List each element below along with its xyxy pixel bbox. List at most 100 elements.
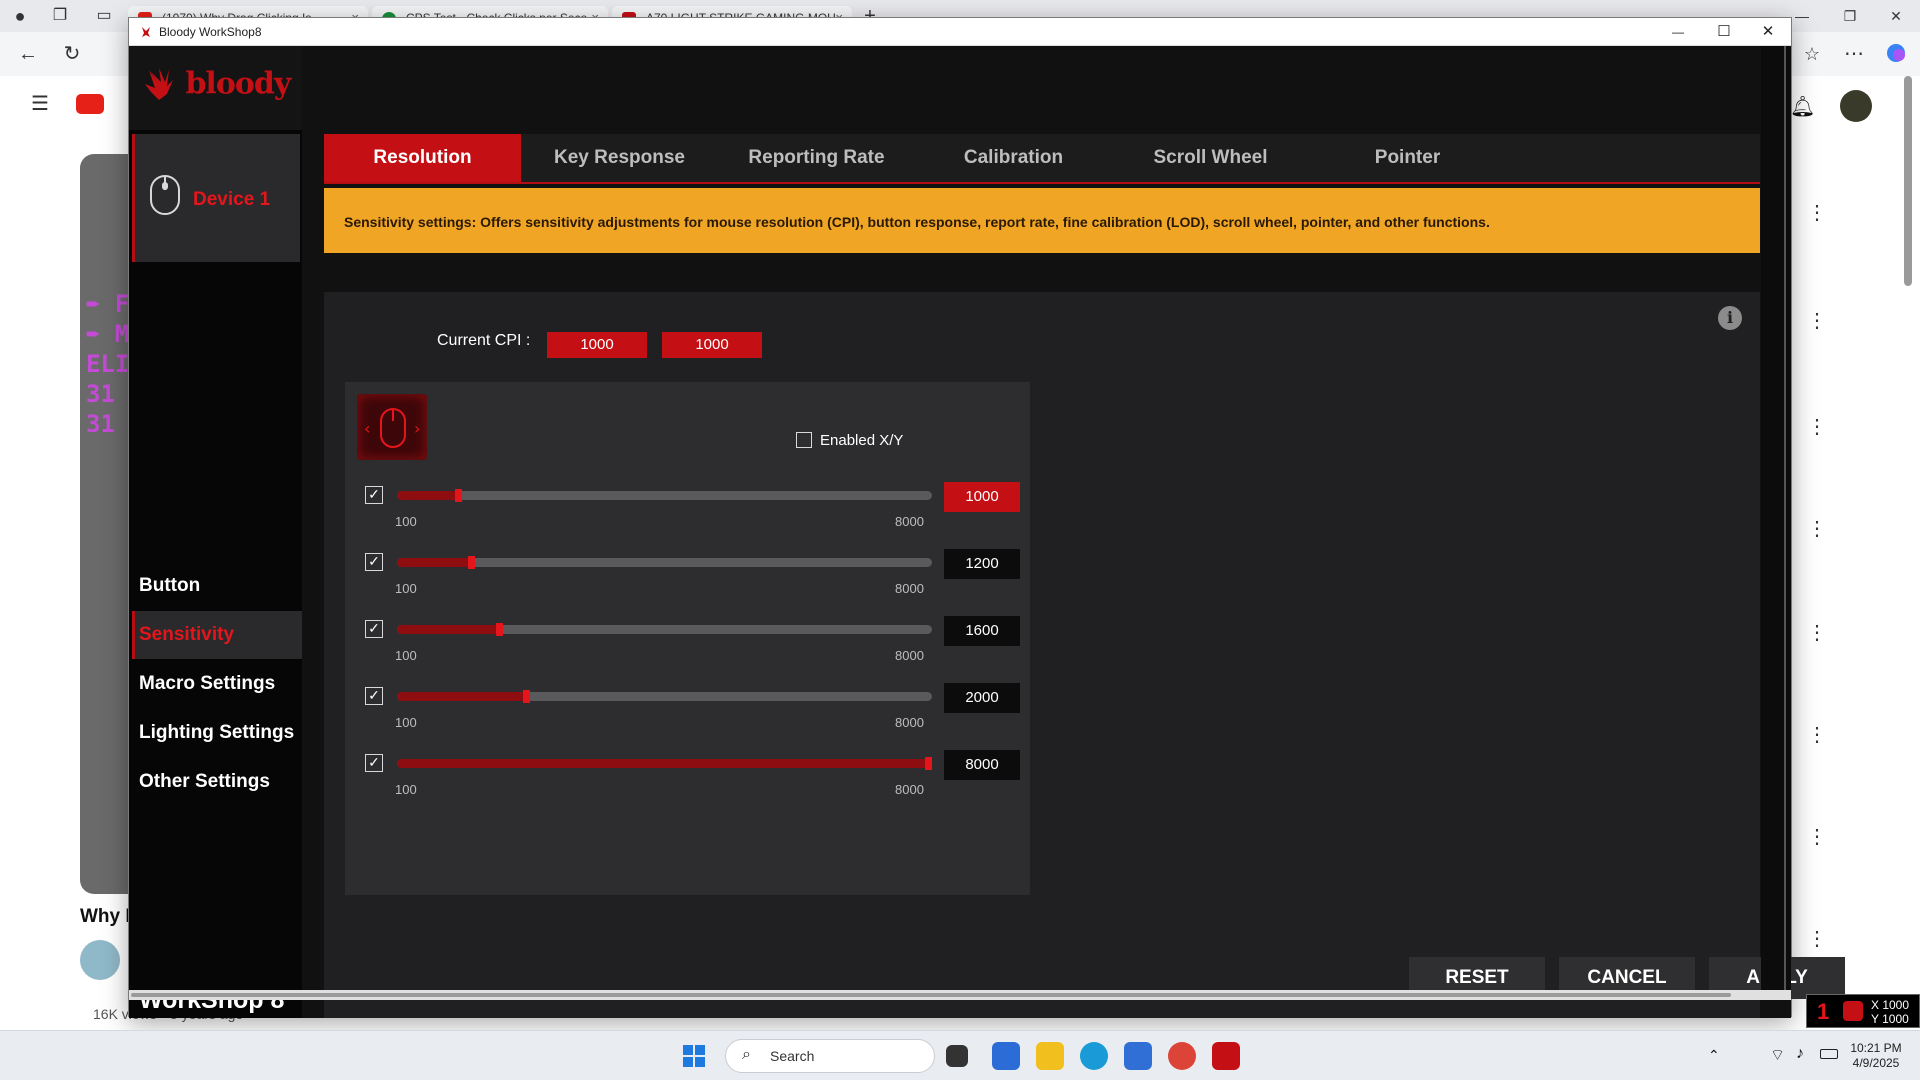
svg-text:‹: ‹	[364, 419, 370, 438]
video-options-icon[interactable]: ⋮	[1805, 308, 1829, 333]
cpi-slider-max-label: 8000	[895, 581, 924, 596]
enabled-xy-checkbox[interactable]	[796, 432, 812, 448]
nav-item-other-settings[interactable]: Other Settings	[132, 758, 302, 806]
bloody-taskbar-icon[interactable]	[1212, 1042, 1240, 1070]
tab-calibration[interactable]: Calibration	[915, 134, 1112, 182]
minimize-button[interactable]: —	[1655, 18, 1701, 46]
nav-item-sensitivity[interactable]: Sensitivity	[132, 611, 302, 659]
thumbnail-text: ➨ F	[86, 290, 130, 318]
nav-item-lighting-settings[interactable]: Lighting Settings	[132, 709, 302, 757]
channel-avatar[interactable]	[80, 940, 120, 980]
workspaces-icon[interactable]: ❐	[48, 4, 72, 28]
window-vertical-scrollbar[interactable]	[1761, 46, 1791, 990]
favorites-icon[interactable]: ☆	[1800, 42, 1824, 66]
tray-date: 4/9/2025	[1852, 1056, 1900, 1070]
cpi-slider-thumb[interactable]	[522, 690, 530, 703]
cpi-level-checkbox[interactable]: ✓	[365, 620, 383, 638]
cpi-level-checkbox[interactable]: ✓	[365, 553, 383, 571]
maximize-button[interactable]: ☐	[1701, 18, 1747, 46]
browser-minimize-icon[interactable]: —	[1790, 4, 1814, 28]
cpi-slider-max-label: 8000	[895, 648, 924, 663]
network-icon[interactable]: ⌔	[1770, 1045, 1785, 1065]
video-options-icon[interactable]: ⋮	[1805, 516, 1829, 541]
video-options-icon[interactable]: ⋮	[1805, 722, 1829, 747]
settings-tabs: Resolution Key Response Reporting Rate C…	[324, 134, 1760, 184]
window-titlebar[interactable]: Bloody WorkShop8 — ☐ ✕	[129, 18, 1791, 46]
video-options-icon[interactable]: ⋮	[1805, 926, 1829, 951]
tray-clock[interactable]: 10:21 PM 4/9/2025	[1836, 1041, 1916, 1071]
cpi-slider[interactable]	[397, 690, 932, 703]
youtube-logo-icon[interactable]	[76, 94, 104, 114]
cpi-level-value[interactable]: 8000	[944, 750, 1020, 780]
cpi-slider[interactable]	[397, 757, 932, 770]
cpi-level-row: ✓ 100 8000 8000	[345, 740, 1030, 800]
cpi-slider-thumb[interactable]	[925, 757, 932, 770]
cpi-slider[interactable]	[397, 556, 932, 569]
nav-item-button[interactable]: Button	[132, 562, 302, 610]
store-icon[interactable]	[1124, 1042, 1152, 1070]
video-options-icon[interactable]: ⋮	[1805, 414, 1829, 439]
back-icon[interactable]: ←	[16, 42, 40, 66]
device-selector[interactable]: Device 1	[132, 134, 300, 262]
cpi-slider[interactable]	[397, 623, 932, 636]
notifications-icon[interactable]: 🔔︎	[1790, 94, 1815, 119]
tab-actions-icon[interactable]: ▭	[92, 4, 116, 28]
cpi-slider-max-label: 8000	[895, 782, 924, 797]
chrome-icon[interactable]	[1168, 1042, 1196, 1070]
file-explorer-icon[interactable]	[1036, 1042, 1064, 1070]
taskbar-search-text: Search	[770, 1048, 815, 1064]
video-options-icon[interactable]: ⋮	[1805, 200, 1829, 225]
start-icon[interactable]	[683, 1045, 705, 1067]
cpi-level-value[interactable]: 1000	[944, 482, 1020, 512]
close-button[interactable]: ✕	[1745, 18, 1791, 46]
cpi-level-row: ✓ 100 8000 1600	[345, 606, 1030, 666]
tab-resolution[interactable]: Resolution	[324, 134, 521, 182]
volume-icon[interactable]: ♪	[1796, 1045, 1804, 1063]
video-options-icon[interactable]: ⋮	[1805, 824, 1829, 849]
tray-chevron-icon[interactable]: ⌃	[1708, 1047, 1720, 1064]
task-view-icon[interactable]	[946, 1045, 968, 1067]
tab-scroll-wheel[interactable]: Scroll Wheel	[1112, 134, 1309, 182]
video-options-icon[interactable]: ⋮	[1805, 620, 1829, 645]
cpi-slider-thumb[interactable]	[454, 489, 462, 502]
tab-reporting-rate[interactable]: Reporting Rate	[718, 134, 915, 182]
browser-restore-icon[interactable]: ❐	[1838, 4, 1862, 28]
windows-taskbar: ⌕ Search ⌃ ⌔ ♪	[0, 1030, 1920, 1080]
menu-icon[interactable]: ☰	[28, 92, 52, 116]
tab-pointer[interactable]: Pointer	[1309, 134, 1506, 182]
avatar[interactable]	[1840, 90, 1872, 122]
taskbar-search[interactable]: ⌕ Search	[725, 1039, 935, 1073]
cpi-slider-thumb[interactable]	[495, 623, 503, 636]
window-horizontal-scrollbar[interactable]	[129, 990, 1791, 1000]
scroll-thumb[interactable]	[131, 993, 1731, 997]
nav-item-macro-settings[interactable]: Macro Settings	[132, 660, 302, 708]
cpi-overlay-widget: 1 X 1000 Y 1000	[1806, 994, 1920, 1028]
cpi-slider-fill	[397, 625, 499, 634]
tab-key-response[interactable]: Key Response	[521, 134, 718, 182]
cpi-slider-thumb[interactable]	[468, 556, 476, 569]
refresh-icon[interactable]: ↻	[60, 42, 84, 66]
cpi-level-checkbox[interactable]: ✓	[365, 687, 383, 705]
copilot-icon[interactable]	[1884, 42, 1908, 66]
cpi-slider[interactable]	[397, 489, 932, 502]
edge-icon[interactable]	[1080, 1042, 1108, 1070]
info-icon[interactable]: i	[1718, 306, 1742, 330]
cpi-level-row: ✓ 100 8000 2000	[345, 673, 1030, 733]
cpi-level-checkbox[interactable]: ✓	[365, 754, 383, 772]
browser-close-icon[interactable]: ✕	[1884, 4, 1908, 28]
mouse-level-switcher[interactable]: ‹ ›	[357, 394, 427, 460]
page-scrollbar[interactable]	[1904, 76, 1912, 286]
widgets-icon[interactable]	[992, 1042, 1020, 1070]
video-title[interactable]: Why I	[80, 906, 131, 928]
cpi-slider-min-label: 100	[395, 715, 417, 730]
profile-icon[interactable]: ●	[8, 4, 32, 28]
cpi-level-value[interactable]: 1200	[944, 549, 1020, 579]
bloody-app-icon	[139, 25, 153, 39]
cpi-level-value[interactable]: 2000	[944, 683, 1020, 713]
more-icon[interactable]: ⋯	[1842, 42, 1866, 66]
bloody-logo: bloody	[141, 64, 291, 104]
current-cpi-y: 1000	[662, 332, 762, 358]
cpi-slider-min-label: 100	[395, 514, 417, 529]
cpi-level-checkbox[interactable]: ✓	[365, 486, 383, 504]
cpi-level-value[interactable]: 1600	[944, 616, 1020, 646]
